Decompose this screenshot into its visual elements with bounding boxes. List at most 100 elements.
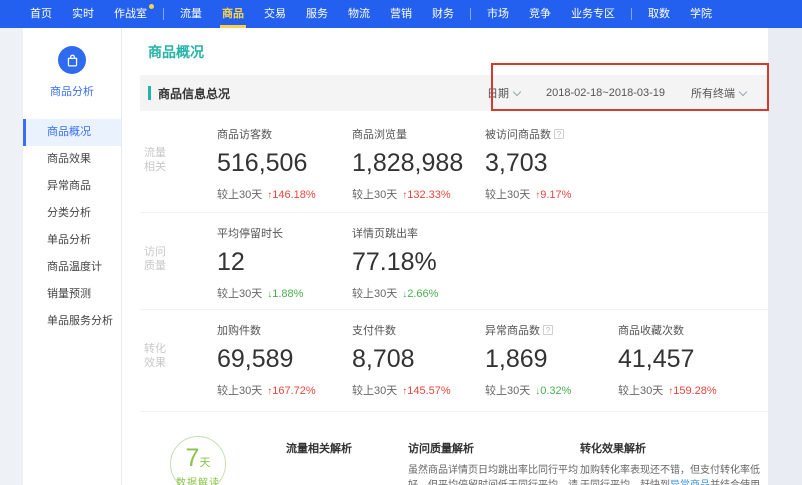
nav-item-realtime[interactable]: 实时: [62, 0, 104, 28]
nav-item-products[interactable]: 商品: [212, 0, 254, 28]
metric-label: 加购件数: [217, 322, 316, 338]
help-icon[interactable]: ?: [543, 325, 553, 335]
insight-traffic: 流量相关解析: [286, 440, 401, 456]
nav-item-trade[interactable]: 交易: [254, 0, 296, 28]
change-value: 1.88%: [267, 288, 303, 300]
insight-title: 访问质量解析: [408, 440, 586, 456]
metric-compare: 较上30天 1.88%: [217, 285, 303, 301]
sidebar-item-single-product-analysis[interactable]: 单品分析: [23, 227, 121, 254]
insight-visit-quality: 访问质量解析 虽然商品详情页日均跳出率比同行平均好，但平均停留时间低于同行平均，…: [408, 440, 586, 485]
nav-item-academy[interactable]: 学院: [680, 0, 722, 28]
metric-compare: 较上30天 146.18%: [217, 186, 316, 202]
metric-row-visit-quality: 访问质量 平均停留时长 12 较上30天1.88% 详情页跳出率 77.18% …: [140, 213, 768, 310]
insight-title: 流量相关解析: [286, 440, 401, 456]
metric-compare: 较上30天 145.57%: [352, 382, 451, 398]
filter-controls: 日期 2018-02-18~2018-03-19 所有终端: [487, 85, 768, 101]
insights-section: 7天 数据解读 流量相关解析 访问质量解析 虽然商品详情页日均跳出率比同行平均好…: [140, 423, 768, 485]
badge-period: 7天: [171, 444, 225, 473]
change-value: 145.57%: [402, 385, 450, 397]
metric-row-traffic: 流量相关 商品访客数 516,506 较上30天146.18% 商品浏览量 1,…: [140, 114, 768, 213]
nav-divider: [163, 8, 164, 20]
change-value: 159.28%: [668, 385, 716, 397]
chevron-down-icon: [739, 88, 747, 96]
metric-value: 41,457: [618, 345, 717, 374]
insight-body: 加购转化率表现还不错，但支付转化率低于同行平均，赶快到异常商品并结合使用商品温度…: [580, 463, 762, 485]
sidebar-item-abnormal-products[interactable]: 异常商品: [23, 173, 121, 200]
metric-label: 支付件数: [352, 322, 451, 338]
nav-item-warroom[interactable]: 作战室: [104, 0, 157, 28]
date-type-dropdown[interactable]: 日期: [487, 85, 520, 101]
nav-item-marketing[interactable]: 营销: [380, 0, 422, 28]
metric-label: 平均停留时长: [217, 225, 303, 241]
compare-label: 较上30天: [217, 385, 262, 397]
nav-item-service[interactable]: 服务: [296, 0, 338, 28]
compare-label: 较上30天: [217, 189, 262, 201]
metric-compare: 较上30天0.32%: [485, 382, 571, 398]
metric-product-pageviews: 商品浏览量 1,828,988 较上30天 132.33%: [352, 126, 463, 202]
metric-label: 商品收藏次数: [618, 322, 717, 338]
sidebar-item-category-analysis[interactable]: 分类分析: [23, 200, 121, 227]
compare-label: 较上30天: [352, 189, 397, 201]
compare-label: 较上30天: [352, 288, 397, 300]
badge-caption: 数据解读: [171, 474, 225, 485]
terminal-dropdown[interactable]: 所有终端: [691, 85, 746, 101]
notification-dot-icon: [149, 4, 154, 9]
metric-label: 被访问商品数?: [485, 126, 571, 142]
nav-item-warroom-label: 作战室: [114, 8, 147, 20]
metric-row-conversion: 转化效果 加购件数 69,589 较上30天167.72% 支付件数 8,708…: [140, 310, 768, 412]
nav-item-finance[interactable]: 财务: [422, 0, 464, 28]
sidebar-item-sales-forecast[interactable]: 销量预测: [23, 281, 121, 308]
metric-compare: 较上30天 159.28%: [618, 382, 717, 398]
badge-number: 7: [186, 444, 200, 472]
sidebar-item-product-effect[interactable]: 商品效果: [23, 146, 121, 173]
metric-compare: 较上30天9.17%: [485, 186, 571, 202]
nav-divider: [631, 8, 632, 20]
metric-value: 1,869: [485, 345, 571, 374]
change-value: 146.18%: [267, 189, 315, 201]
date-range-picker[interactable]: 2018-02-18~2018-03-19: [546, 87, 665, 99]
nav-item-logistics[interactable]: 物流: [338, 0, 380, 28]
date-type-label: 日期: [487, 88, 509, 100]
sidebar-item-single-product-service[interactable]: 单品服务分析: [23, 308, 121, 335]
sidebar-item-product-thermometer[interactable]: 商品温度计: [23, 254, 121, 281]
sidebar-menu: 商品概况 商品效果 异常商品 分类分析 单品分析 商品温度计 销量预测 单品服务…: [23, 119, 121, 335]
nav-item-home[interactable]: 首页: [20, 0, 62, 28]
metric-label: 异常商品数?: [485, 322, 571, 338]
app-window: 首页 实时 作战室 流量 商品 交易 服务 物流 营销 财务 市场 竞争 业务专…: [0, 0, 802, 485]
change-value: 167.72%: [267, 385, 315, 397]
metric-value: 3,703: [485, 149, 571, 178]
change-value: 2.66%: [402, 288, 438, 300]
metric-product-visitors: 商品访客数 516,506 较上30天146.18%: [217, 126, 316, 202]
compare-label: 较上30天: [485, 189, 530, 201]
main-panel: 商品概况 商品信息总况 日期 2018-02-18~2018-03-19 所有终…: [122, 28, 768, 485]
shopping-bag-icon: [65, 53, 80, 68]
nav-item-competition[interactable]: 竞争: [519, 0, 561, 28]
metric-value: 12: [217, 248, 303, 277]
sidebar: 商品分析 商品概况 商品效果 异常商品 分类分析 单品分析 商品温度计 销量预测…: [23, 28, 122, 485]
terminal-label: 所有终端: [691, 88, 735, 100]
help-icon[interactable]: ?: [554, 129, 564, 139]
metric-value: 77.18%: [352, 248, 438, 277]
metric-product-favorites: 商品收藏次数 41,457 较上30天 159.28%: [618, 322, 717, 398]
compare-label: 较上30天: [217, 288, 262, 300]
nav-item-market[interactable]: 市场: [477, 0, 519, 28]
collapsed-panel-strip: [0, 28, 23, 485]
nav-item-data-fetch[interactable]: 取数: [638, 0, 680, 28]
metric-value: 516,506: [217, 149, 316, 178]
metric-cart-adds: 加购件数 69,589 较上30天 167.72%: [217, 322, 316, 398]
compare-label: 较上30天: [618, 385, 663, 397]
chevron-down-icon: [513, 88, 521, 96]
change-value: 0.32%: [535, 385, 571, 397]
row-category-label: 转化效果: [144, 342, 170, 370]
sidebar-item-product-overview[interactable]: 商品概况: [23, 119, 121, 146]
nav-item-traffic[interactable]: 流量: [170, 0, 212, 28]
metric-label: 商品浏览量: [352, 126, 463, 142]
compare-label: 较上30天: [352, 385, 397, 397]
metric-value: 69,589: [217, 345, 316, 374]
page-title: 商品概况: [148, 42, 204, 62]
change-value: 132.33%: [402, 189, 450, 201]
metric-value: 1,828,988: [352, 149, 463, 178]
nav-divider: [470, 8, 471, 20]
abnormal-products-link[interactable]: 异常商品: [670, 480, 710, 485]
nav-item-business-zone[interactable]: 业务专区: [561, 0, 625, 28]
